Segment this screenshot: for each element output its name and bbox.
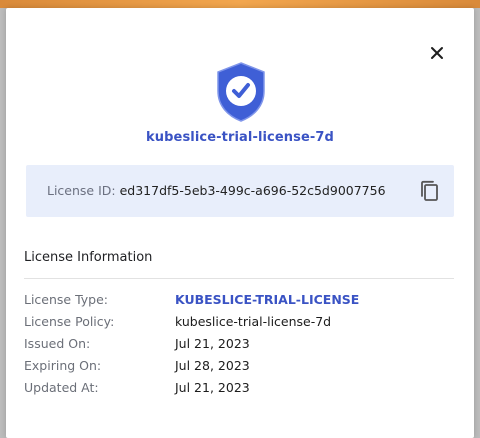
license-name-title: kubeslice-trial-license-7d [146,130,334,145]
info-label: License Type: [24,292,109,307]
license-details-dialog: kubeslice-trial-license-7d License ID: e… [6,8,474,438]
license-info-table: License Type: KUBESLICE-TRIAL-LICENSE Li… [24,292,454,402]
shield-check-icon [214,60,268,124]
expiring-on-value: Jul 28, 2023 [175,358,250,373]
section-divider [24,278,454,279]
section-title-license-information: License Information [24,250,153,265]
info-row-issued-on: Issued On: Jul 21, 2023 [24,336,454,358]
info-row-license-type: License Type: KUBESLICE-TRIAL-LICENSE [24,292,454,314]
license-policy-value: kubeslice-trial-license-7d [175,314,332,329]
close-icon [431,47,443,59]
license-id-text: License ID: ed317df5-5eb3-499c-a696-52c5… [47,183,386,198]
info-row-license-policy: License Policy: kubeslice-trial-license-… [24,314,454,336]
info-label: Updated At: [24,380,99,395]
issued-on-value: Jul 21, 2023 [175,336,250,351]
info-label: Issued On: [24,336,91,351]
license-type-value: KUBESLICE-TRIAL-LICENSE [175,292,360,307]
license-id-panel: License ID: ed317df5-5eb3-499c-a696-52c5… [26,165,454,217]
page-top-accent-bar [0,0,480,8]
info-label: Expiring On: [24,358,102,373]
info-row-updated-at: Updated At: Jul 21, 2023 [24,380,454,402]
license-id-label: License ID: [47,183,116,198]
info-label: License Policy: [24,314,115,329]
copy-license-id-button[interactable] [418,179,440,203]
copy-icon [421,180,438,201]
close-button[interactable] [424,40,450,66]
updated-at-value: Jul 21, 2023 [175,380,250,395]
info-row-expiring-on: Expiring On: Jul 28, 2023 [24,358,454,380]
license-id-value: ed317df5-5eb3-499c-a696-52c5d9007756 [119,183,386,198]
